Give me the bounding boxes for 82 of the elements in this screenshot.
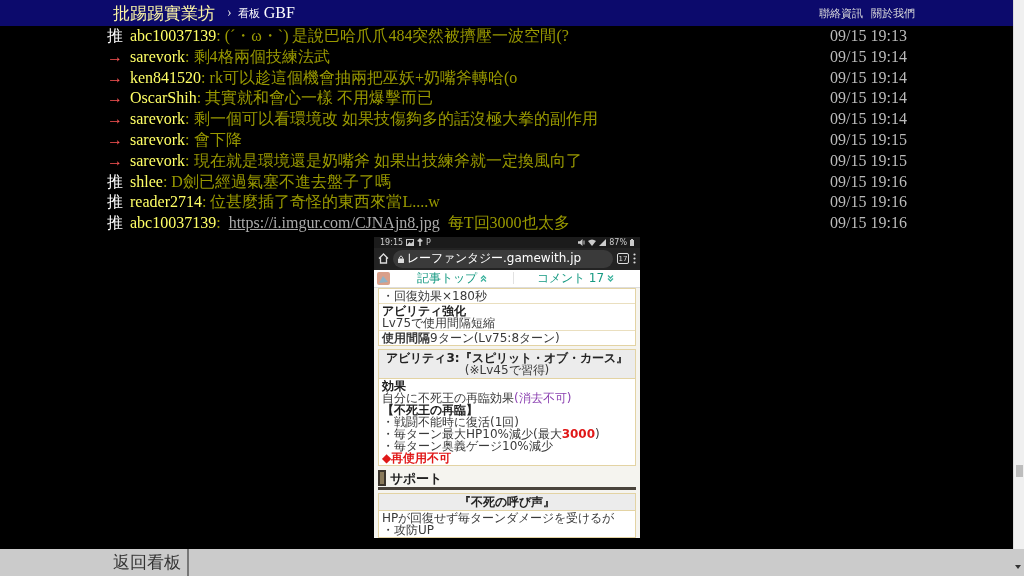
push-time: 09/15 19:13 bbox=[830, 26, 907, 46]
push-content: 每T回3000也太多 bbox=[447, 213, 570, 234]
push-tag: → bbox=[107, 109, 123, 130]
scrollbar-thumb[interactable] bbox=[1015, 465, 1023, 477]
push-time: 09/15 19:14 bbox=[830, 67, 907, 88]
double-chevron-up-icon bbox=[479, 274, 487, 282]
push-time: 09/15 19:14 bbox=[830, 88, 907, 109]
push-tag: → bbox=[107, 88, 123, 110]
push-content: : rk可以趁這個機會抽兩把巫妖+奶嘴斧轉哈(o bbox=[201, 67, 518, 89]
thumbnail-icon bbox=[377, 271, 390, 285]
lock-icon bbox=[398, 254, 404, 263]
push-tag: 推 bbox=[107, 192, 123, 214]
push-user-id: abc10037139 bbox=[130, 213, 217, 234]
push-tag: 推 bbox=[107, 171, 123, 193]
push-time: 09/15 19:14 bbox=[830, 46, 907, 67]
double-chevron-down-icon bbox=[607, 274, 615, 282]
push-time: 09/15 19:15 bbox=[830, 150, 907, 171]
push-user-id: shlee bbox=[130, 171, 163, 192]
push-time: 09/15 19:14 bbox=[830, 109, 907, 130]
card-text: ・毎ターン最大HP10%減少(最大3000) bbox=[382, 427, 601, 440]
push-link[interactable]: https://i.imgur.com/CJNAjn8.jpg bbox=[228, 213, 440, 234]
push-time: 09/15 19:15 bbox=[830, 130, 907, 150]
menu-icon[interactable] bbox=[633, 253, 636, 265]
site-title-link[interactable]: 批踢踢實業坊 bbox=[113, 1, 215, 25]
status-indicator: P bbox=[426, 237, 431, 247]
card-text: (※Lv45で習得) bbox=[463, 363, 550, 376]
push-user-id: reader2714 bbox=[130, 192, 202, 213]
push-time: 09/15 19:16 bbox=[830, 213, 907, 234]
breadcrumb-separator: › bbox=[227, 5, 232, 21]
article-tab[interactable]: コメント 17 bbox=[514, 270, 637, 287]
picture-icon bbox=[406, 238, 415, 246]
header-link[interactable]: 關於我們 bbox=[871, 5, 915, 21]
push-content: : 現在就是環境還是奶嘴斧 如果出技練斧就一定換風向了 bbox=[185, 150, 582, 171]
push-content: : D劍已經過氣塞不進去盤子了嗎 bbox=[162, 171, 391, 192]
push-time: 09/15 19:16 bbox=[830, 171, 907, 192]
status-time: 19:15 bbox=[380, 237, 404, 247]
card-text: ・毎ターン奥義ゲージ10%減少 bbox=[382, 439, 553, 452]
card-text: Lv75で使用間隔短縮 bbox=[382, 316, 497, 329]
back-to-board-button[interactable]: 返回看板 bbox=[107, 549, 187, 576]
push-tag: → bbox=[107, 130, 123, 151]
push-user-id: OscarShih bbox=[130, 88, 197, 109]
push-content: : (´・ω・`) 是說巴哈爪爪484突然被擠壓一波空間(? bbox=[216, 26, 569, 47]
section-title: サポート bbox=[390, 470, 442, 486]
article-tab[interactable]: 記事トップ bbox=[390, 270, 513, 287]
push-tag: → bbox=[107, 150, 123, 172]
wifi-icon bbox=[588, 238, 597, 246]
push-tag: → bbox=[107, 46, 123, 68]
card-text: 『不死の呼び声』 bbox=[458, 495, 556, 508]
board-label[interactable]: 看板 bbox=[237, 5, 260, 21]
card-text: ・攻防UP bbox=[382, 523, 435, 536]
speaker-icon bbox=[578, 238, 586, 246]
url-field[interactable]: レーファンタジー.gamewith.jp bbox=[393, 249, 613, 268]
card-text: HPが回復せず毎ターンダメージを受けるが bbox=[382, 511, 616, 524]
push-user-id: abc10037139 bbox=[130, 26, 217, 46]
push-content: : 其實就和會心一樣 不用爆擊而已 bbox=[196, 88, 434, 109]
push-content: : 位甚麼插了奇怪的東西來當L....w bbox=[201, 192, 440, 213]
card-text: アビリティ強化 bbox=[382, 304, 467, 317]
scrollbar-track[interactable] bbox=[1013, 0, 1024, 549]
battery-percent: 87% bbox=[609, 237, 627, 247]
up-arrow-icon bbox=[417, 238, 424, 247]
push-content: : 剩4格兩個技練法武 bbox=[185, 46, 330, 67]
card-text: ◆再使用不可 bbox=[382, 451, 452, 464]
card-text: 【不死王の再臨】 bbox=[382, 403, 478, 416]
push-tag: 推 bbox=[107, 213, 123, 234]
battery-icon bbox=[630, 238, 634, 246]
card-text: ・戦闘不能時に復活(1回) bbox=[382, 415, 519, 428]
push-tag: 推 bbox=[107, 26, 123, 47]
push-tag: → bbox=[107, 67, 123, 89]
card-text: ・回復効果×180秒 bbox=[382, 289, 488, 302]
caret-down-icon[interactable] bbox=[1015, 565, 1021, 569]
push-content: : 會下降 bbox=[185, 130, 242, 150]
home-icon[interactable] bbox=[378, 253, 389, 265]
card-text: 効果 bbox=[382, 379, 407, 392]
push-time: 09/15 19:16 bbox=[830, 192, 907, 213]
card-text: 自分に不死王の再臨効果(消去不可) bbox=[382, 391, 573, 404]
push-content: : bbox=[216, 213, 221, 234]
ornament-icon bbox=[378, 469, 386, 486]
card-text: 使用間隔9ターン(Lv75:8ターン) bbox=[382, 331, 561, 344]
push-content: : 剩一個可以看環境改 如果技傷夠多的話沒極大拳的副作用 bbox=[185, 109, 598, 130]
board-name-link[interactable]: GBF bbox=[263, 4, 295, 22]
header-link[interactable]: 聯絡資訊 bbox=[819, 5, 863, 21]
card-text: アビリティ3:『スピリット・オブ・カース』 bbox=[385, 351, 629, 364]
